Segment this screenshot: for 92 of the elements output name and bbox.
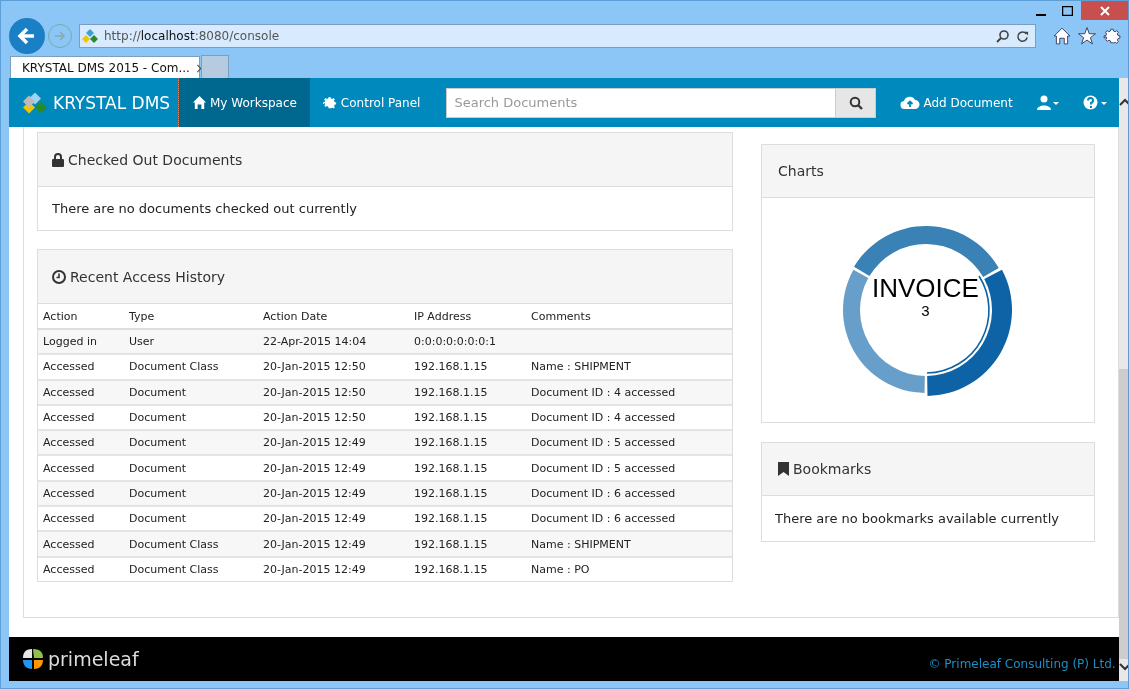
copyright-link[interactable]: © Primeleaf Consulting (P) Ltd.: [928, 657, 1116, 671]
refresh-icon[interactable]: [1016, 29, 1029, 43]
table-cell: Document ID : 4 accessed: [531, 385, 676, 399]
table-cell: Document ID : 6 accessed: [531, 486, 676, 500]
search-icon: [848, 95, 863, 110]
site-icon: [82, 28, 98, 44]
search-button[interactable]: [836, 87, 877, 118]
table-cell: 20-Jan-2015 12:49: [263, 512, 366, 526]
table-cell: Accessed: [43, 562, 95, 576]
table-cell: 192.168.1.15: [414, 436, 488, 450]
add-document-button[interactable]: Add Document: [888, 78, 1025, 127]
close-button[interactable]: [1081, 1, 1128, 20]
search-icon[interactable]: [996, 29, 1010, 43]
table-cell: 20-Jan-2015 12:50: [263, 385, 366, 399]
leaf-logo-icon: [21, 647, 45, 671]
table-cell: 192.168.1.15: [414, 360, 488, 374]
table-cell: 20-Jan-2015 12:49: [263, 537, 366, 551]
close-icon: [1099, 5, 1110, 16]
table-cell: 20-Jan-2015 12:49: [263, 562, 366, 576]
table-cell: Name : PO: [531, 562, 590, 576]
nav-tab[interactable]: My Workspace: [179, 78, 310, 127]
table-cell: Document Class: [129, 562, 219, 576]
table-cell: Accessed: [43, 411, 95, 425]
table-cell: Accessed: [43, 537, 95, 551]
table-cell: 22-Apr-2015 14:04: [263, 335, 367, 349]
table-cell: 192.168.1.15: [414, 537, 488, 551]
table-cell: Accessed: [43, 360, 95, 374]
table-cell: User: [129, 335, 155, 349]
table-cell: Document ID : 6 accessed: [531, 512, 676, 526]
table-cell: Logged in: [43, 335, 97, 349]
search-field[interactable]: Search Documents: [446, 87, 837, 118]
table-cell: 20-Jan-2015 12:49: [263, 486, 366, 500]
table-cell: Document: [129, 411, 186, 425]
table-cell: Name : SHIPMENT: [531, 360, 631, 374]
arrow-left-icon: [17, 26, 37, 46]
table-cell: 192.168.1.15: [414, 512, 488, 526]
table-cell: 20-Jan-2015 12:50: [263, 411, 366, 425]
table-cell: Document: [129, 461, 186, 475]
table-cell: 20-Jan-2015 12:50: [263, 360, 366, 374]
table-cell: Accessed: [43, 461, 95, 475]
panel-title: Recent Access History: [70, 268, 226, 285]
panel-title: Bookmarks: [793, 461, 872, 477]
arrow-right-icon: [54, 30, 66, 42]
logo-icon: [23, 90, 47, 115]
table-cell: 192.168.1.15: [414, 385, 488, 399]
table-cell: 192.168.1.15: [414, 411, 488, 425]
home-icon[interactable]: [1053, 27, 1071, 45]
cloud-upload-icon: [900, 95, 921, 110]
table-cell: Document: [129, 436, 186, 450]
footer-brand: primeleaf: [48, 648, 139, 670]
lock-icon: [52, 152, 64, 167]
settings-icon[interactable]: [1103, 27, 1121, 45]
table-cell: 192.168.1.15: [414, 461, 488, 475]
clock-icon: [52, 269, 66, 284]
table-cell: 0:0:0:0:0:0:0:1: [414, 335, 496, 349]
minimize-icon: [1035, 13, 1046, 16]
chart-center-label: INVOICE: [872, 273, 979, 302]
panel-title: Checked Out Documents: [68, 151, 243, 168]
table-cell: 20-Jan-2015 12:49: [263, 436, 366, 450]
table-cell: Document ID : 5 accessed: [531, 436, 676, 450]
table-cell: Document: [129, 512, 186, 526]
gears-icon: [322, 95, 338, 110]
table-cell: Document ID : 5 accessed: [531, 461, 676, 475]
bookmark-icon: [778, 462, 789, 476]
panel-title: Charts: [778, 163, 824, 179]
table-cell: 192.168.1.15: [414, 486, 488, 500]
table-cell: Accessed: [43, 486, 95, 500]
table-cell: Accessed: [43, 512, 95, 526]
table-cell: Accessed: [43, 385, 95, 399]
table-cell: Document Class: [129, 537, 219, 551]
empty-message: There are no documents checked out currently: [51, 200, 358, 218]
nav-tab[interactable]: Control Panel: [309, 78, 434, 127]
table-cell: Accessed: [43, 436, 95, 450]
table-cell: 20-Jan-2015 12:49: [263, 461, 366, 475]
table-cell: 192.168.1.15: [414, 562, 488, 576]
table-cell: Document: [129, 486, 186, 500]
chart-center-value: 3: [921, 301, 930, 319]
scrollbar-thumb[interactable]: [1118, 369, 1128, 659]
scroll-up-icon[interactable]: [1118, 98, 1128, 106]
table-cell: Document ID : 4 accessed: [531, 411, 676, 425]
back-button[interactable]: [9, 18, 45, 54]
table-cell: Name : SHIPMENT: [531, 537, 631, 551]
address-bar[interactable]: http://localhost:8080/console: [79, 24, 1036, 48]
scroll-down-icon[interactable]: [1118, 663, 1128, 671]
help-icon: [1082, 95, 1107, 110]
user-icon: [1036, 95, 1059, 110]
home-icon: [192, 95, 207, 110]
maximize-icon: [1062, 5, 1073, 16]
star-icon[interactable]: [1078, 27, 1096, 45]
table-cell: Document Class: [129, 360, 219, 374]
table-cell: Document: [129, 385, 186, 399]
empty-message: There are no bookmarks available currently: [774, 510, 1060, 528]
